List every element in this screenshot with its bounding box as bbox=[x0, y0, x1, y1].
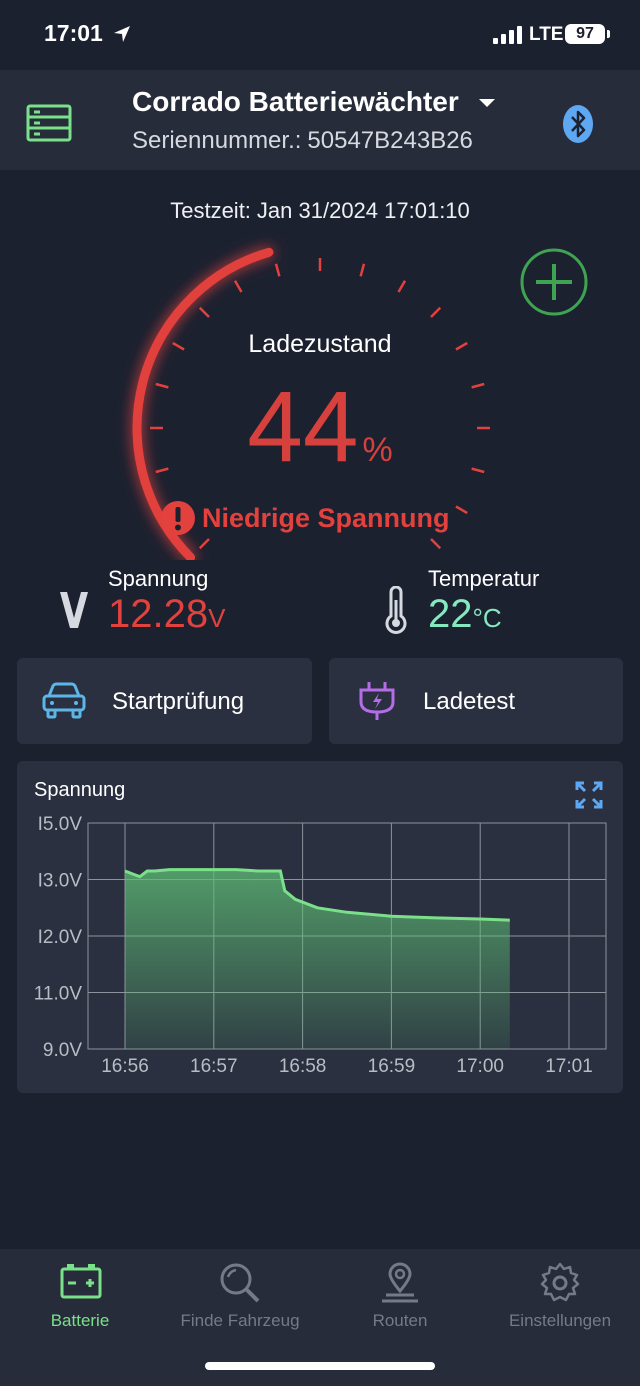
gauge-tick bbox=[455, 505, 468, 515]
tab-find-vehicle[interactable]: Finde Fahrzeug bbox=[160, 1249, 320, 1349]
gauge-tick bbox=[198, 306, 210, 318]
temperature-unit: °C bbox=[472, 603, 502, 633]
charge-percent-unit: % bbox=[362, 431, 393, 469]
y-tick-label: I2.0V bbox=[38, 927, 83, 948]
gauge-tick bbox=[430, 538, 442, 550]
charge-percent: 44 bbox=[247, 371, 359, 483]
x-tick-label: 17:00 bbox=[456, 1056, 504, 1077]
alert-icon bbox=[161, 501, 195, 535]
gauge-tick bbox=[233, 280, 243, 293]
x-tick-label: 16:58 bbox=[279, 1056, 327, 1077]
device-list-icon[interactable] bbox=[26, 104, 72, 142]
bluetooth-icon[interactable] bbox=[562, 104, 594, 144]
tab-find-vehicle-label: Finde Fahrzeug bbox=[180, 1311, 300, 1330]
battery-icon bbox=[60, 1264, 102, 1299]
low-voltage-warning: Niedrige Spannung bbox=[160, 498, 450, 538]
temperature-metric: Temperatur 22°C bbox=[428, 566, 539, 640]
serial-number: Seriennummer.: 50547B243B26 bbox=[132, 127, 479, 155]
test-time-label: Testzeit: bbox=[170, 198, 251, 223]
map-pin-icon bbox=[382, 1262, 418, 1303]
status-time: 17:01 bbox=[44, 20, 103, 46]
chevron-down-icon[interactable] bbox=[478, 98, 496, 108]
x-tick-label: 17:01 bbox=[545, 1056, 593, 1077]
start-test-button[interactable]: Startprüfung bbox=[17, 658, 312, 744]
test-time-value: Jan 31/2024 17:01:10 bbox=[256, 198, 470, 223]
y-tick-label: I3.0V bbox=[38, 871, 83, 892]
gauge-tick bbox=[430, 306, 442, 318]
chart-area bbox=[125, 869, 510, 1049]
add-button[interactable] bbox=[520, 248, 588, 316]
thermometer-icon bbox=[385, 586, 407, 634]
serial-label: Seriennummer.: bbox=[132, 127, 302, 154]
voltage-icon bbox=[60, 592, 88, 628]
x-tick-label: 16:59 bbox=[368, 1056, 416, 1077]
gear-icon bbox=[540, 1262, 580, 1302]
x-tick-label: 16:57 bbox=[190, 1056, 238, 1077]
voltage-value: 12.28 bbox=[108, 592, 209, 636]
charge-state-label: Ladezustand bbox=[248, 330, 392, 358]
charge-test-label: Ladetest bbox=[423, 688, 516, 715]
start-test-label: Startprüfung bbox=[112, 688, 245, 715]
car-icon bbox=[42, 682, 86, 719]
battery-level: 97 bbox=[565, 24, 605, 44]
app-header: Corrado Batteriewächter Seriennummer.: 50… bbox=[0, 70, 640, 170]
charge-test-button[interactable]: Ladetest bbox=[329, 658, 623, 744]
y-tick-label: 11.0V bbox=[34, 984, 83, 1005]
tab-routes[interactable]: Routen bbox=[320, 1249, 480, 1349]
tab-battery[interactable]: Batterie bbox=[0, 1249, 160, 1349]
network-type: LTE bbox=[529, 24, 564, 45]
voltage-label: Spannung bbox=[108, 566, 209, 591]
gauge-tick bbox=[397, 280, 407, 293]
y-tick-label: I5.0V bbox=[38, 814, 83, 835]
tab-settings[interactable]: Einstellungen bbox=[480, 1249, 640, 1349]
x-tick-label: 16:56 bbox=[101, 1056, 149, 1077]
temperature-label: Temperatur bbox=[428, 566, 540, 591]
gauge-tick bbox=[359, 263, 366, 277]
status-bar: 17:01 LTE 97 bbox=[0, 0, 640, 70]
device-title[interactable]: Corrado Batteriewächter bbox=[132, 86, 459, 118]
tab-settings-label: Einstellungen bbox=[508, 1311, 612, 1330]
test-time: Testzeit: Jan 31/2024 17:01:10 bbox=[0, 198, 640, 224]
voltage-metric: Spannung 12.28V bbox=[108, 566, 225, 640]
home-indicator bbox=[205, 1362, 435, 1370]
plug-icon bbox=[359, 682, 395, 720]
location-arrow-icon bbox=[114, 26, 130, 42]
voltage-chart: I5.0V I3.0V I2.0V 11.0V 9.0V 16:56 16:57 16:58 1… bbox=[34, 814, 607, 1077]
tab-routes-label: Routen bbox=[372, 1311, 428, 1330]
charge-state-value: 44% bbox=[0, 370, 640, 485]
voltage-chart-card: Spannung I5.0V I3.0V I2.0V 11.0V 9.0V 16:56 16… bbox=[17, 761, 623, 1093]
temperature-value: 22 bbox=[428, 592, 473, 636]
serial-value: 50547B243B26 bbox=[307, 127, 473, 154]
y-tick-label: 9.0V bbox=[43, 1040, 82, 1061]
tab-battery-label: Batterie bbox=[50, 1311, 110, 1330]
signal-icon bbox=[493, 26, 522, 44]
gauge-tick bbox=[274, 263, 281, 277]
gauge-tick bbox=[198, 538, 210, 550]
battery-tip bbox=[607, 30, 610, 38]
voltage-unit: V bbox=[208, 603, 226, 633]
warning-text: Niedrige Spannung bbox=[202, 502, 450, 533]
search-icon bbox=[220, 1263, 260, 1303]
